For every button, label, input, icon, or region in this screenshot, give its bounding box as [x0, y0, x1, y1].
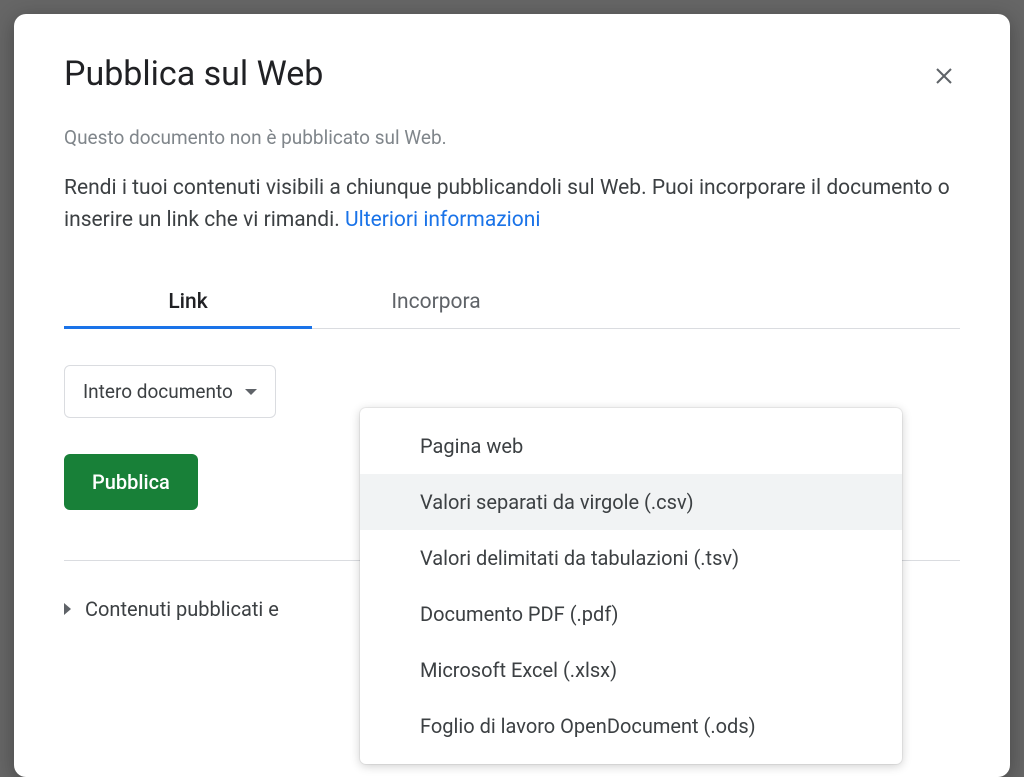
menu-item-pdf[interactable]: Documento PDF (.pdf) — [360, 586, 902, 642]
learn-more-link[interactable]: Ulteriori informazioni — [345, 208, 541, 232]
menu-item-ods[interactable]: Foglio di lavoro OpenDocument (.ods) — [360, 698, 902, 754]
caret-down-icon — [245, 389, 257, 395]
dialog-description: Rendi i tuoi contenuti visibili a chiunq… — [64, 173, 960, 236]
tab-bar: Link Incorpora — [64, 276, 960, 329]
menu-item-csv[interactable]: Valori separati da virgole (.csv) — [360, 474, 902, 530]
dialog-header: Pubblica sul Web — [64, 54, 960, 94]
tab-embed[interactable]: Incorpora — [312, 276, 560, 328]
publish-button[interactable]: Pubblica — [64, 454, 198, 510]
dialog-title: Pubblica sul Web — [64, 54, 323, 94]
menu-item-tsv[interactable]: Valori delimitati da tabulazioni (.tsv) — [360, 530, 902, 586]
document-scope-label: Intero documento — [83, 380, 233, 403]
tab-link[interactable]: Link — [64, 276, 312, 328]
close-icon — [932, 64, 956, 88]
expando-label: Contenuti pubblicati e — [85, 597, 279, 621]
caret-right-icon — [64, 603, 71, 615]
close-button[interactable] — [928, 60, 960, 92]
menu-item-xlsx[interactable]: Microsoft Excel (.xlsx) — [360, 642, 902, 698]
format-dropdown-menu: Pagina web Valori separati da virgole (.… — [360, 408, 902, 764]
publish-status: Questo documento non è pubblicato sul We… — [64, 126, 960, 149]
menu-item-webpage[interactable]: Pagina web — [360, 418, 902, 474]
publish-dialog: Pubblica sul Web Questo documento non è … — [14, 14, 1010, 777]
document-scope-select[interactable]: Intero documento — [64, 365, 276, 418]
